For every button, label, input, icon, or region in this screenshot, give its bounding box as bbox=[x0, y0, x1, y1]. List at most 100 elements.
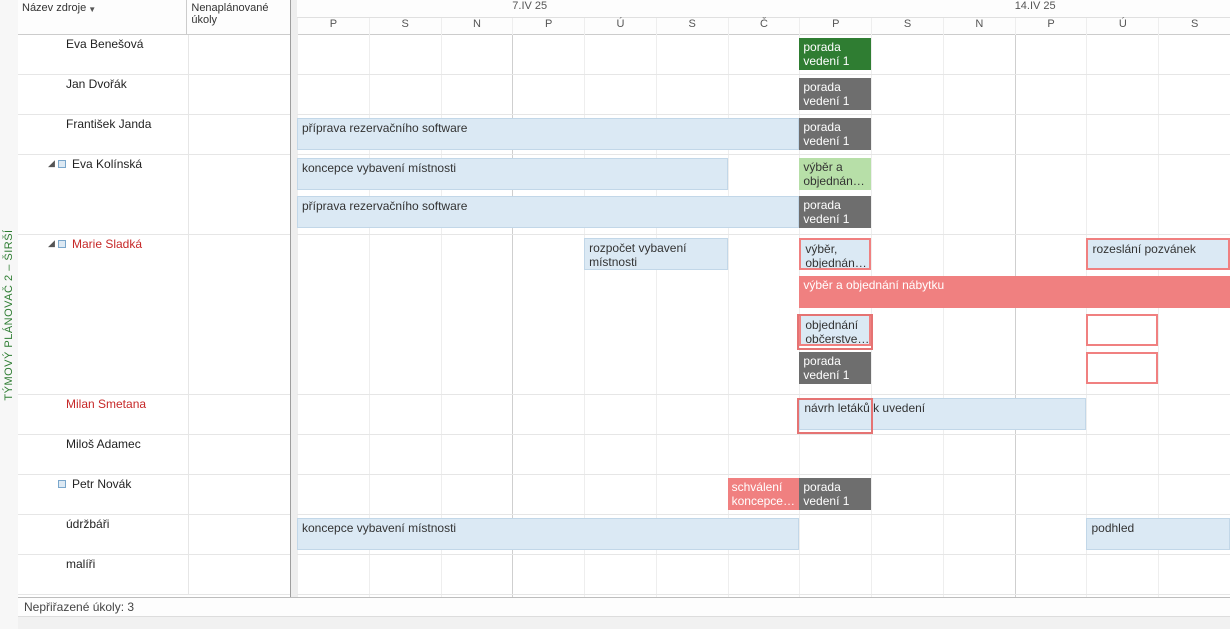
footer-bar: Nepřiřazené úkoly: 3 bbox=[18, 597, 1230, 617]
day-header: P bbox=[297, 18, 369, 35]
task-bar[interactable]: porada vedení 1 bbox=[799, 118, 871, 150]
task-bar[interactable]: porada vedení 1 bbox=[799, 478, 871, 510]
task-bar[interactable]: výběr a objednán… bbox=[799, 158, 871, 190]
task-bar[interactable]: koncepce vybavení místnosti bbox=[297, 518, 799, 550]
resource-row-milos-adamec[interactable]: Miloš Adamec bbox=[18, 435, 290, 475]
row-separator bbox=[297, 234, 1230, 235]
unplanned-cell bbox=[188, 555, 290, 594]
resource-swatch bbox=[58, 480, 66, 488]
grid-line bbox=[1015, 35, 1016, 597]
resource-name: Milan Smetana bbox=[66, 397, 146, 411]
resource-row-jan-dvorak[interactable]: Jan Dvořák bbox=[18, 75, 290, 115]
row-separator bbox=[297, 154, 1230, 155]
timeline-panel: 7.IV 2514.IV 25 PSNPÚSČPSNPÚS porada ved… bbox=[297, 0, 1230, 597]
day-header: P bbox=[1015, 18, 1087, 35]
day-header: Č bbox=[728, 18, 800, 35]
task-bar[interactable]: porada vedení 1 bbox=[799, 38, 871, 70]
unplanned-cell bbox=[188, 515, 290, 554]
col-header-unplanned[interactable]: Nenaplánované úkoly bbox=[187, 0, 290, 34]
col-header-name-text: Název zdroje bbox=[22, 2, 86, 14]
unplanned-cell bbox=[188, 155, 290, 234]
resource-name: František Janda bbox=[66, 117, 151, 131]
task-bar[interactable]: porada vedení 1 bbox=[799, 352, 871, 384]
row-separator bbox=[297, 434, 1230, 435]
row-separator bbox=[297, 394, 1230, 395]
resource-name: malíři bbox=[66, 557, 95, 571]
timeline-header: 7.IV 2514.IV 25 PSNPÚSČPSNPÚS bbox=[297, 0, 1230, 35]
resource-name: Eva Kolínská bbox=[72, 157, 142, 171]
week-label: 7.IV 25 bbox=[512, 0, 547, 12]
unplanned-cell bbox=[188, 235, 290, 394]
resource-name: Jan Dvořák bbox=[66, 77, 127, 91]
task-bar[interactable]: porada vedení 1 bbox=[799, 196, 871, 228]
task-bar[interactable]: příprava rezervačního software bbox=[297, 196, 799, 228]
task-bar[interactable]: schválení koncepce… bbox=[728, 478, 800, 510]
task-bar[interactable] bbox=[1086, 352, 1158, 384]
side-tab[interactable]: TÝMOVÝ PLÁNOVAČ 2 – ŠIRŠÍ bbox=[0, 0, 19, 629]
unplanned-cell bbox=[188, 435, 290, 474]
resource-name: Eva Benešová bbox=[66, 37, 143, 51]
col-header-name[interactable]: Název zdroje ▼ bbox=[18, 0, 187, 34]
resource-row-marie-sladka[interactable]: ◢ Marie Sladká bbox=[18, 235, 290, 395]
resource-header: Název zdroje ▼ Nenaplánované úkoly bbox=[18, 0, 290, 35]
row-separator bbox=[297, 594, 1230, 595]
resource-row-petr-novak[interactable]: Petr Novák bbox=[18, 475, 290, 515]
resource-row-frantisek-janda[interactable]: František Janda bbox=[18, 115, 290, 155]
resource-panel: Název zdroje ▼ Nenaplánované úkoly Eva B… bbox=[18, 0, 291, 597]
row-separator bbox=[297, 474, 1230, 475]
overallocation-bracket bbox=[797, 314, 873, 350]
day-header: S bbox=[1158, 18, 1230, 35]
task-bar[interactable] bbox=[1086, 314, 1158, 346]
resource-name: údržbáři bbox=[66, 517, 109, 531]
side-tab-label: TÝMOVÝ PLÁNOVAČ 2 – ŠIRŠÍ bbox=[3, 229, 15, 400]
resource-row-udrzbari[interactable]: údržbáři bbox=[18, 515, 290, 555]
resource-row-milan-smetana[interactable]: Milan Smetana bbox=[18, 395, 290, 435]
horizontal-scrollbar[interactable] bbox=[18, 616, 1230, 629]
col-header-unplanned-text: Nenaplánované úkoly bbox=[191, 2, 286, 26]
row-separator bbox=[297, 514, 1230, 515]
timeline-header-weeks: 7.IV 25 14.IV 25 bbox=[297, 0, 1230, 18]
day-header: S bbox=[369, 18, 441, 35]
task-bar[interactable]: porada vedení 1 bbox=[799, 78, 871, 110]
task-bar[interactable]: rozeslání pozvánek bbox=[1086, 238, 1230, 270]
task-bar[interactable]: koncepce vybavení místnosti bbox=[297, 158, 728, 190]
expander-icon[interactable]: ◢ bbox=[48, 158, 55, 169]
task-bar[interactable]: rozpočet vybavení místnosti bbox=[584, 238, 728, 270]
row-separator bbox=[297, 114, 1230, 115]
unassigned-label[interactable]: Nepřiřazené úkoly: 3 bbox=[24, 600, 134, 614]
unplanned-cell bbox=[188, 115, 290, 154]
week-label: 14.IV 25 bbox=[1015, 0, 1056, 12]
day-header: S bbox=[871, 18, 943, 35]
resource-swatch bbox=[58, 240, 66, 248]
task-bar[interactable]: příprava rezervačního software bbox=[297, 118, 799, 150]
unplanned-cell bbox=[188, 395, 290, 434]
row-separator bbox=[297, 74, 1230, 75]
resource-row-eva-kolinska[interactable]: ◢ Eva Kolínská bbox=[18, 155, 290, 235]
day-header: Ú bbox=[1086, 18, 1158, 35]
resource-name: Marie Sladká bbox=[72, 237, 142, 251]
overallocation-bracket bbox=[797, 398, 873, 434]
timeline-header-days: PSNPÚSČPSNPÚS bbox=[297, 18, 1230, 35]
task-bar[interactable]: výběr a objednání nábytku bbox=[799, 276, 1230, 308]
day-header: P bbox=[799, 18, 871, 35]
unplanned-cell bbox=[188, 475, 290, 514]
expander-icon[interactable]: ◢ bbox=[48, 238, 55, 249]
timeline-body[interactable]: porada vedení 1porada vedení 1příprava r… bbox=[297, 35, 1230, 597]
unplanned-cell bbox=[188, 75, 290, 114]
row-separator bbox=[297, 554, 1230, 555]
day-header: N bbox=[943, 18, 1015, 35]
task-bar[interactable]: výběr, objednán… bbox=[799, 238, 871, 270]
grid-line bbox=[1158, 35, 1159, 597]
unplanned-cell bbox=[188, 35, 290, 74]
task-bar[interactable]: podhled bbox=[1086, 518, 1230, 550]
day-header: Ú bbox=[584, 18, 656, 35]
resource-row-maliri[interactable]: malíři bbox=[18, 555, 290, 595]
resource-name: Miloš Adamec bbox=[66, 437, 141, 451]
resource-name: Petr Novák bbox=[72, 477, 131, 491]
day-header: N bbox=[441, 18, 513, 35]
grid-line bbox=[943, 35, 944, 597]
resource-row-eva-benesova[interactable]: Eva Benešová bbox=[18, 35, 290, 75]
sort-desc-icon: ▼ bbox=[88, 5, 96, 14]
resource-swatch bbox=[58, 160, 66, 168]
day-header: P bbox=[512, 18, 584, 35]
